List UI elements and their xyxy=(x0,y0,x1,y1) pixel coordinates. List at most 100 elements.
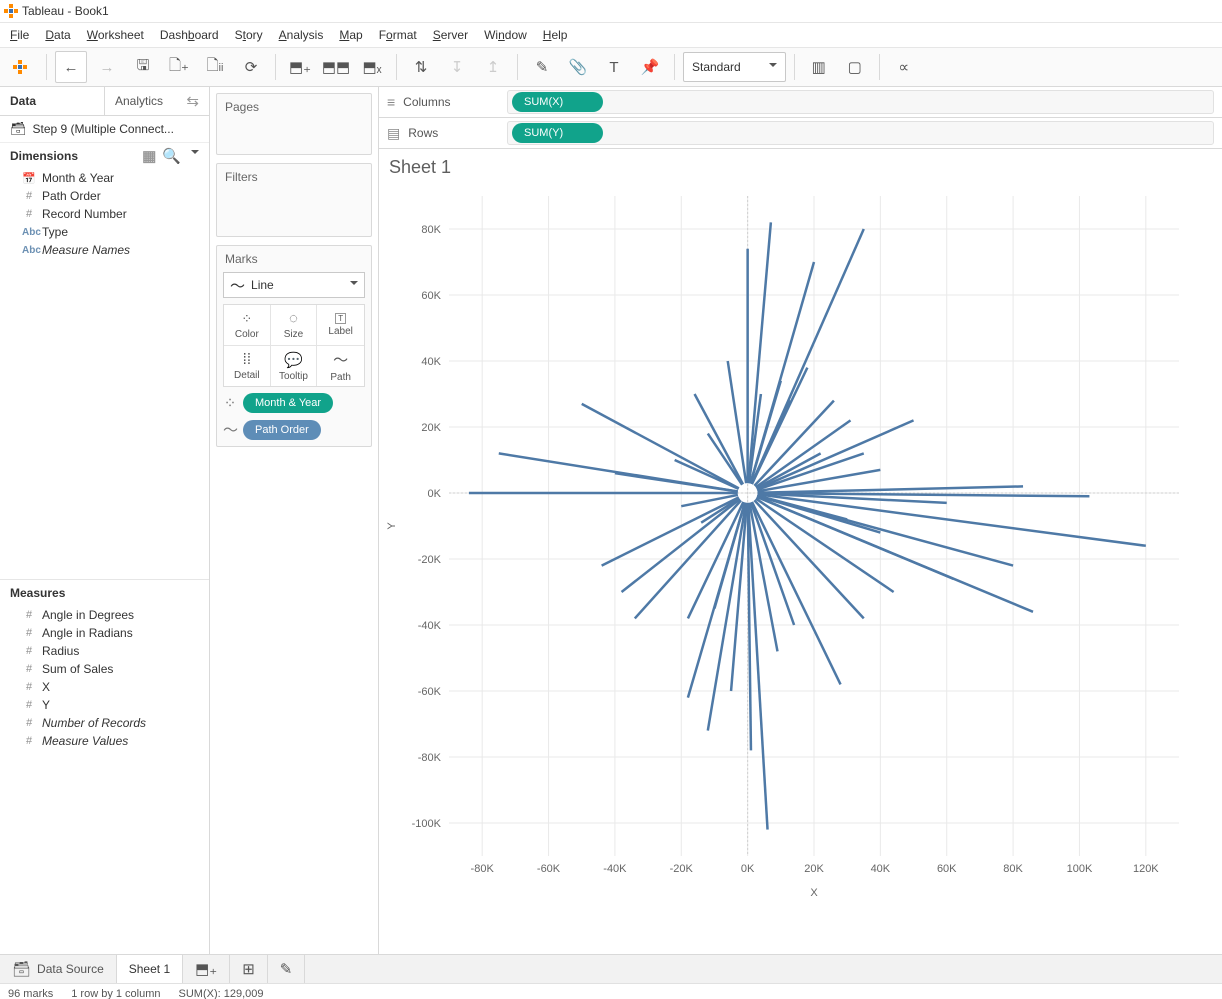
marks-tooltip-button[interactable]: 💬Tooltip xyxy=(271,346,318,386)
fit-dropdown-label: Standard xyxy=(692,60,741,74)
svg-text:Y: Y xyxy=(386,522,398,530)
filters-shelf[interactable]: Filters xyxy=(216,163,372,237)
menu-story[interactable]: Story xyxy=(235,28,263,42)
mark-type-dropdown[interactable]: 〜 Line xyxy=(223,272,365,298)
dimensions-menu-icon[interactable] xyxy=(187,147,199,165)
tableau-start-icon[interactable] xyxy=(6,51,38,83)
field-label: Radius xyxy=(42,644,79,658)
menu-analysis[interactable]: Analysis xyxy=(279,28,324,42)
group-button[interactable]: 📎 xyxy=(562,51,594,83)
pill-path-order[interactable]: Path Order xyxy=(243,420,321,440)
mark-type-label: Line xyxy=(251,278,274,292)
svg-text:60K: 60K xyxy=(937,863,957,875)
rows-icon: ▤ xyxy=(387,125,400,142)
find-field-icon[interactable]: 🔍 xyxy=(162,147,181,165)
sort-asc-button[interactable]: ↧ xyxy=(441,51,473,83)
measures-list: #Angle in Degrees#Angle in Radians#Radiu… xyxy=(0,606,209,750)
status-layout: 1 row by 1 column xyxy=(71,988,160,999)
menu-worksheet[interactable]: Worksheet xyxy=(87,28,144,42)
sheet-title[interactable]: Sheet 1 xyxy=(379,149,1222,186)
columns-shelf[interactable]: ≡ Columns SUM(X) xyxy=(379,87,1222,118)
show-mark-labels-button[interactable]: T xyxy=(598,51,630,83)
menu-window[interactable]: Window xyxy=(484,28,527,42)
field-measure-values[interactable]: # Measure Values xyxy=(0,732,209,750)
menu-dashboard[interactable]: Dashboard xyxy=(160,28,219,42)
menu-help[interactable]: Help xyxy=(543,28,568,42)
marks-label: Marks xyxy=(217,246,371,272)
field-measure-names[interactable]: AbcMeasure Names xyxy=(0,241,209,259)
clear-sheet-button[interactable]: ⬒ₓ xyxy=(356,51,388,83)
menu-map[interactable]: Map xyxy=(339,28,362,42)
marks-size-button[interactable]: ◌Size xyxy=(271,305,318,346)
menu-format[interactable]: Format xyxy=(379,28,417,42)
field-y[interactable]: #Y xyxy=(0,696,209,714)
sort-desc-button[interactable]: ↥ xyxy=(477,51,509,83)
field-label: Angle in Radians xyxy=(42,626,133,640)
save-button[interactable]: 🖫 xyxy=(127,51,159,83)
menu-server[interactable]: Server xyxy=(433,28,468,42)
tab-data-source[interactable]: 🗃 Data Source xyxy=(0,955,117,983)
new-dashboard-tab-button[interactable]: ⊞ xyxy=(230,955,268,983)
duplicate-sheet-button[interactable]: ⬒⬒ xyxy=(320,51,352,83)
redo-button[interactable]: → xyxy=(91,51,123,83)
mark-pill-color[interactable]: ⁘ Month & Year xyxy=(223,393,365,413)
marks-label-button[interactable]: TLabel xyxy=(317,305,364,346)
field-path-order[interactable]: #Path Order xyxy=(0,187,209,205)
pause-auto-updates-button[interactable]: 🗋ᵢᵢ xyxy=(199,51,231,83)
field-angle-in-degrees[interactable]: #Angle in Degrees xyxy=(0,606,209,624)
pages-shelf[interactable]: Pages xyxy=(216,93,372,155)
tab-analytics[interactable]: Analytics ⇆ xyxy=(104,87,209,115)
marks-color-button[interactable]: ⁘Color xyxy=(224,305,271,346)
status-bar: 96 marks 1 row by 1 column SUM(X): 129,0… xyxy=(0,983,1222,999)
field-radius[interactable]: #Radius xyxy=(0,642,209,660)
marks-detail-button[interactable]: ⁞⁞Detail xyxy=(224,346,271,386)
new-worksheet-button[interactable]: ⬒₊ xyxy=(284,51,316,83)
tooltip-icon: 💬 xyxy=(284,351,303,369)
tab-data[interactable]: Data xyxy=(0,87,104,115)
svg-text:-60K: -60K xyxy=(537,863,561,875)
refresh-button[interactable]: ⟳ xyxy=(235,51,267,83)
svg-text:100K: 100K xyxy=(1067,863,1093,875)
card-stack: Pages Filters Marks 〜 Line ⁘Color ◌Size … xyxy=(210,87,378,954)
field-sum-of-sales[interactable]: #Sum of Sales xyxy=(0,660,209,678)
number-icon: # xyxy=(22,735,36,747)
menu-file[interactable]: File xyxy=(10,28,29,42)
share-button[interactable]: ∝ xyxy=(888,51,920,83)
new-story-tab-button[interactable]: ✎ xyxy=(268,955,306,983)
field-x[interactable]: #X xyxy=(0,678,209,696)
new-worksheet-tab-button[interactable]: ⬒₊ xyxy=(183,955,230,983)
field-label: X xyxy=(42,680,50,694)
pill-month-year[interactable]: Month & Year xyxy=(243,393,333,413)
data-source-icon: 🗃 xyxy=(12,960,31,978)
presentation-mode-button[interactable]: ▢ xyxy=(839,51,871,83)
undo-button[interactable]: ← xyxy=(55,51,87,83)
rows-shelf[interactable]: ▤ Rows SUM(Y) xyxy=(379,118,1222,149)
show-me-button[interactable]: ▥ xyxy=(803,51,835,83)
rows-pill-sumy[interactable]: SUM(Y) xyxy=(512,123,603,143)
field-angle-in-radians[interactable]: #Angle in Radians xyxy=(0,624,209,642)
field-label: Number of Records xyxy=(42,716,146,730)
svg-text:-80K: -80K xyxy=(471,863,495,875)
tab-sheet-1[interactable]: Sheet 1 xyxy=(117,955,183,983)
pin-button[interactable]: 📌 xyxy=(634,51,666,83)
highlight-button[interactable]: ✎ xyxy=(526,51,558,83)
svg-text:-40K: -40K xyxy=(418,620,442,632)
menu-data[interactable]: Data xyxy=(45,28,70,42)
chart-canvas[interactable]: -80K-60K-40K-20K0K20K40K60K80K100K120K-1… xyxy=(379,186,1222,954)
view-data-icon[interactable]: ▦ xyxy=(142,147,156,165)
field-month-year[interactable]: 📅Month & Year xyxy=(0,169,209,187)
number-icon: # xyxy=(22,663,36,675)
new-data-source-button[interactable]: 🗋₊ xyxy=(163,51,195,83)
field-label: Measure Values xyxy=(42,734,128,748)
data-source-row[interactable]: 🗃 Step 9 (Multiple Connect... xyxy=(0,116,209,143)
mark-pill-path[interactable]: 〜 Path Order xyxy=(223,419,365,440)
marks-path-button[interactable]: 〜Path xyxy=(317,346,364,386)
columns-pill-sumx[interactable]: SUM(X) xyxy=(512,92,603,112)
field-number-of-records[interactable]: #Number of Records xyxy=(0,714,209,732)
field-label: Measure Names xyxy=(42,243,130,257)
field-record-number[interactable]: #Record Number xyxy=(0,205,209,223)
field-type[interactable]: AbcType xyxy=(0,223,209,241)
collapse-icon[interactable]: ⇆ xyxy=(186,92,199,110)
swap-button[interactable]: ⇅ xyxy=(405,51,437,83)
fit-dropdown[interactable]: Standard xyxy=(683,52,786,82)
